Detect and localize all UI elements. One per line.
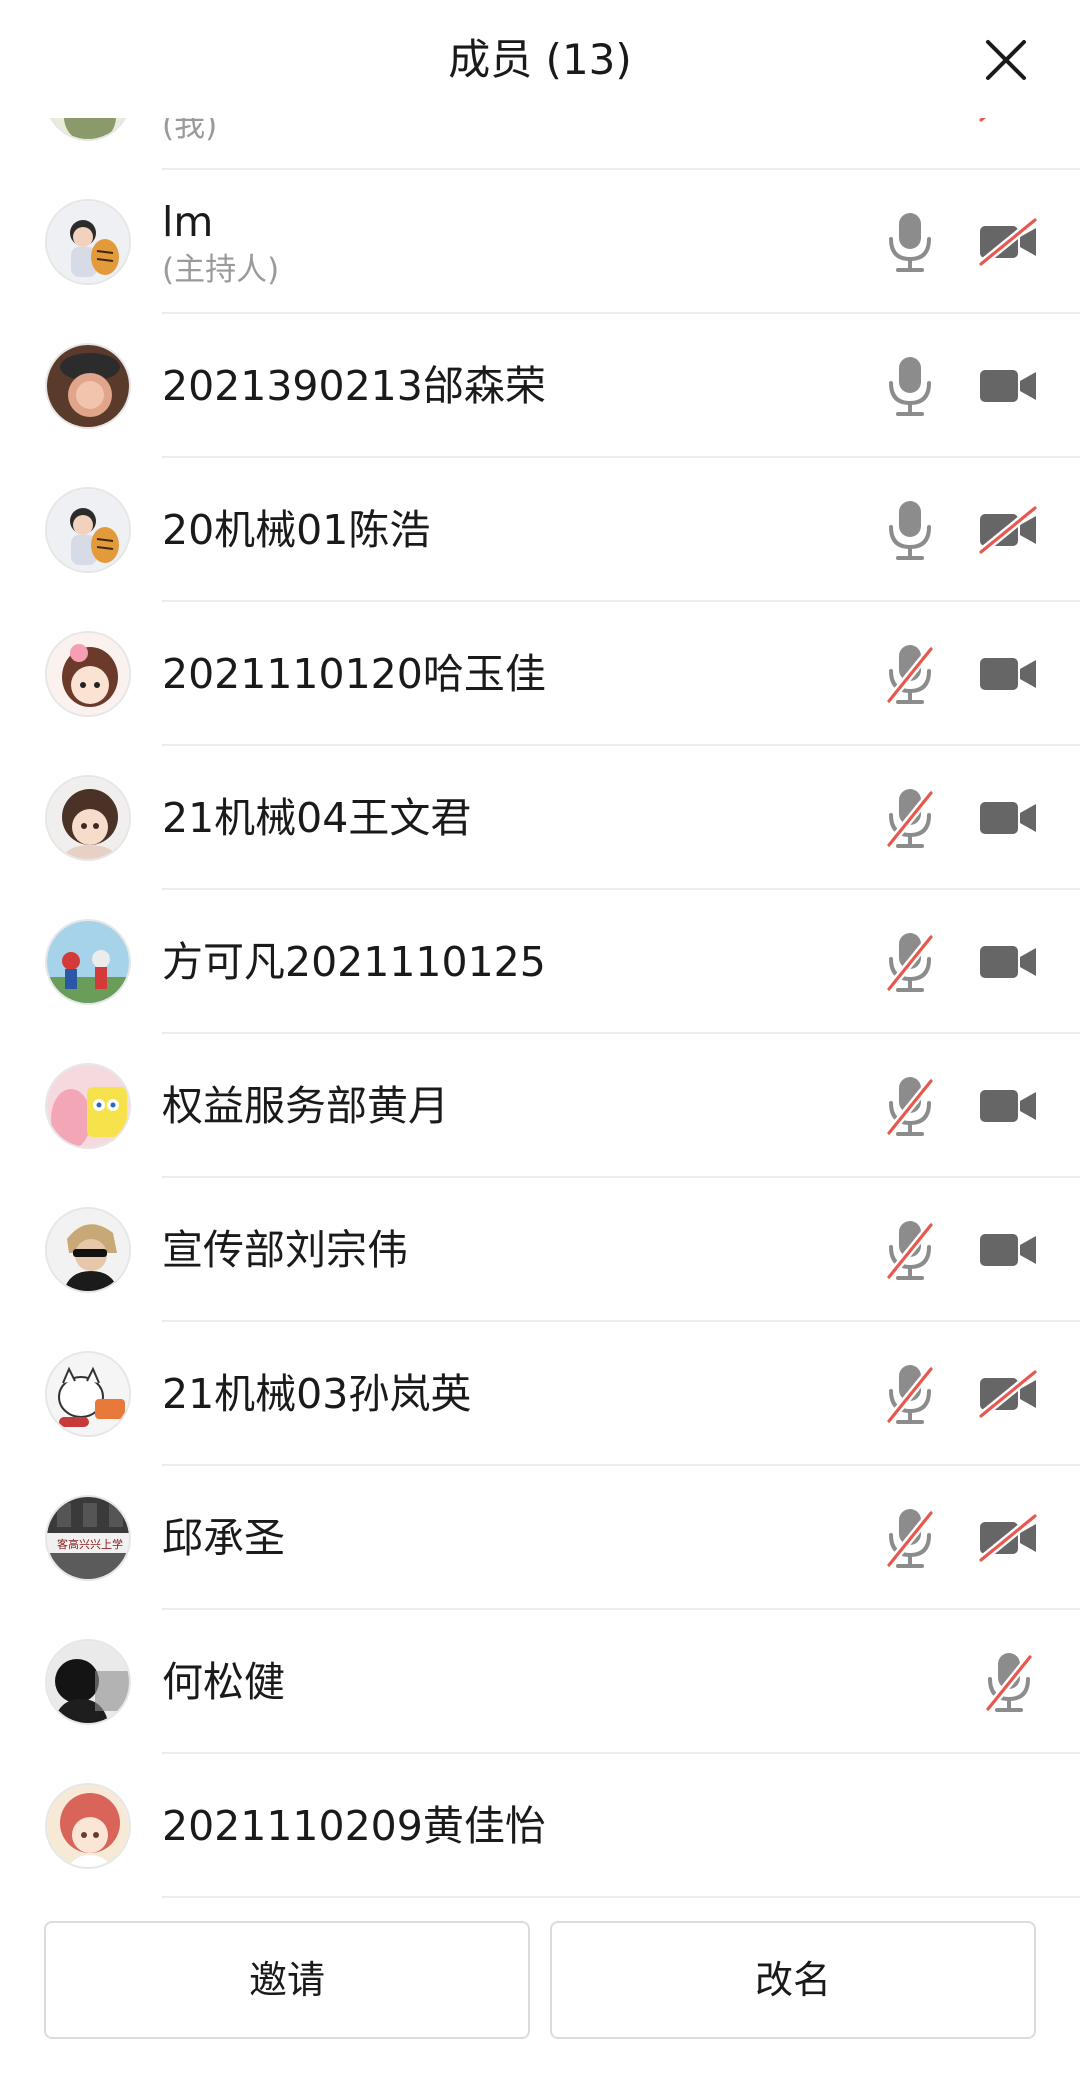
avatar-blurred-face <box>45 343 131 429</box>
mic-icon[interactable] <box>883 211 937 273</box>
camera-icon[interactable] <box>978 937 1040 987</box>
avatar-building: 客高兴兴上学 <box>45 1495 131 1581</box>
mic-muted-icon[interactable] <box>883 1219 937 1281</box>
member-row[interactable]: 何松健 <box>0 1610 1080 1754</box>
row-divider <box>162 1896 1080 1898</box>
member-row[interactable]: 21机械04王文君 <box>0 746 1080 890</box>
mic-icon[interactable] <box>883 355 937 417</box>
avatar-cartoon-cat <box>45 1351 131 1437</box>
member-row[interactable]: lm (主持人) <box>0 170 1080 314</box>
member-name: 2021110209黄佳怡 <box>162 1802 546 1850</box>
close-icon <box>986 40 1026 80</box>
header-bar: 成员 (13) <box>0 0 1080 118</box>
mic-muted-icon[interactable] <box>883 931 937 993</box>
member-name: 方可凡2021110125 <box>162 938 546 986</box>
svg-text:客高兴兴上学: 客高兴兴上学 <box>57 1537 123 1551</box>
footer-bar: 邀请 改名 <box>0 1905 1080 2076</box>
avatar-game-characters <box>45 919 131 1005</box>
mic-muted-icon[interactable] <box>883 643 937 705</box>
member-row[interactable]: 客高兴兴上学 邱承圣 <box>0 1466 1080 1610</box>
camera-off-icon[interactable] <box>978 1513 1040 1563</box>
camera-icon[interactable] <box>978 1081 1040 1131</box>
member-row[interactable]: 20机械01陈浩 <box>0 458 1080 602</box>
camera-off-icon[interactable] <box>978 505 1040 555</box>
page-title: 成员 (13) <box>448 35 632 84</box>
member-name: 2021390213邰森荣 <box>162 362 546 410</box>
member-row[interactable]: 2021390213邰森荣 <box>0 314 1080 458</box>
avatar-dark-photo <box>45 1639 131 1725</box>
member-row[interactable]: 2021110209黄佳怡 <box>0 1754 1080 1898</box>
camera-off-icon[interactable] <box>978 1369 1040 1419</box>
camera-icon[interactable] <box>978 793 1040 843</box>
avatar-boy-with-tiger <box>45 487 131 573</box>
camera-icon[interactable] <box>978 649 1040 699</box>
member-name: 2021110120哈玉佳 <box>162 650 546 698</box>
mic-muted-icon[interactable] <box>883 1363 937 1425</box>
invite-button[interactable]: 邀请 <box>44 1921 530 2039</box>
avatar-spongebob-patrick <box>45 1063 131 1149</box>
member-row[interactable]: 21机械03孙岚英 <box>0 1322 1080 1466</box>
member-name: 权益服务部黄月 <box>162 1082 449 1130</box>
camera-off-icon[interactable] <box>978 217 1040 267</box>
mic-muted-icon[interactable] <box>982 1651 1036 1713</box>
member-list[interactable]: (我) lm (主持人) 2021390213邰森荣 20机械01陈浩 202111012… <box>0 0 1080 1905</box>
mic-muted-icon[interactable] <box>883 787 937 849</box>
member-row[interactable]: 方可凡2021110125 <box>0 890 1080 1034</box>
mic-muted-icon[interactable] <box>883 1075 937 1137</box>
member-name: 21机械04王文君 <box>162 794 472 842</box>
avatar-anime-girl <box>45 775 131 861</box>
member-row[interactable]: 宣传部刘宗伟 <box>0 1178 1080 1322</box>
camera-icon[interactable] <box>978 361 1040 411</box>
member-name: lm <box>162 198 214 246</box>
avatar-cartoon-girl <box>45 631 131 717</box>
member-name: 21机械03孙岚英 <box>162 1370 472 1418</box>
mic-icon[interactable] <box>883 499 937 561</box>
rename-button[interactable]: 改名 <box>550 1921 1036 2039</box>
member-name: 宣传部刘宗伟 <box>162 1226 408 1274</box>
camera-icon[interactable] <box>978 1225 1040 1275</box>
close-button[interactable] <box>982 36 1030 84</box>
member-name: 20机械01陈浩 <box>162 506 431 554</box>
member-role: (主持人) <box>162 252 280 288</box>
avatar-sunglasses-man <box>45 1207 131 1293</box>
member-name: 邱承圣 <box>162 1514 285 1562</box>
member-row[interactable]: 2021110120哈玉佳 <box>0 602 1080 746</box>
avatar-boy-with-tiger <box>45 199 131 285</box>
member-row[interactable]: 权益服务部黄月 <box>0 1034 1080 1178</box>
avatar-anime-redhair <box>45 1783 131 1869</box>
mic-muted-icon[interactable] <box>883 1507 937 1569</box>
member-name: 何松健 <box>162 1658 285 1706</box>
